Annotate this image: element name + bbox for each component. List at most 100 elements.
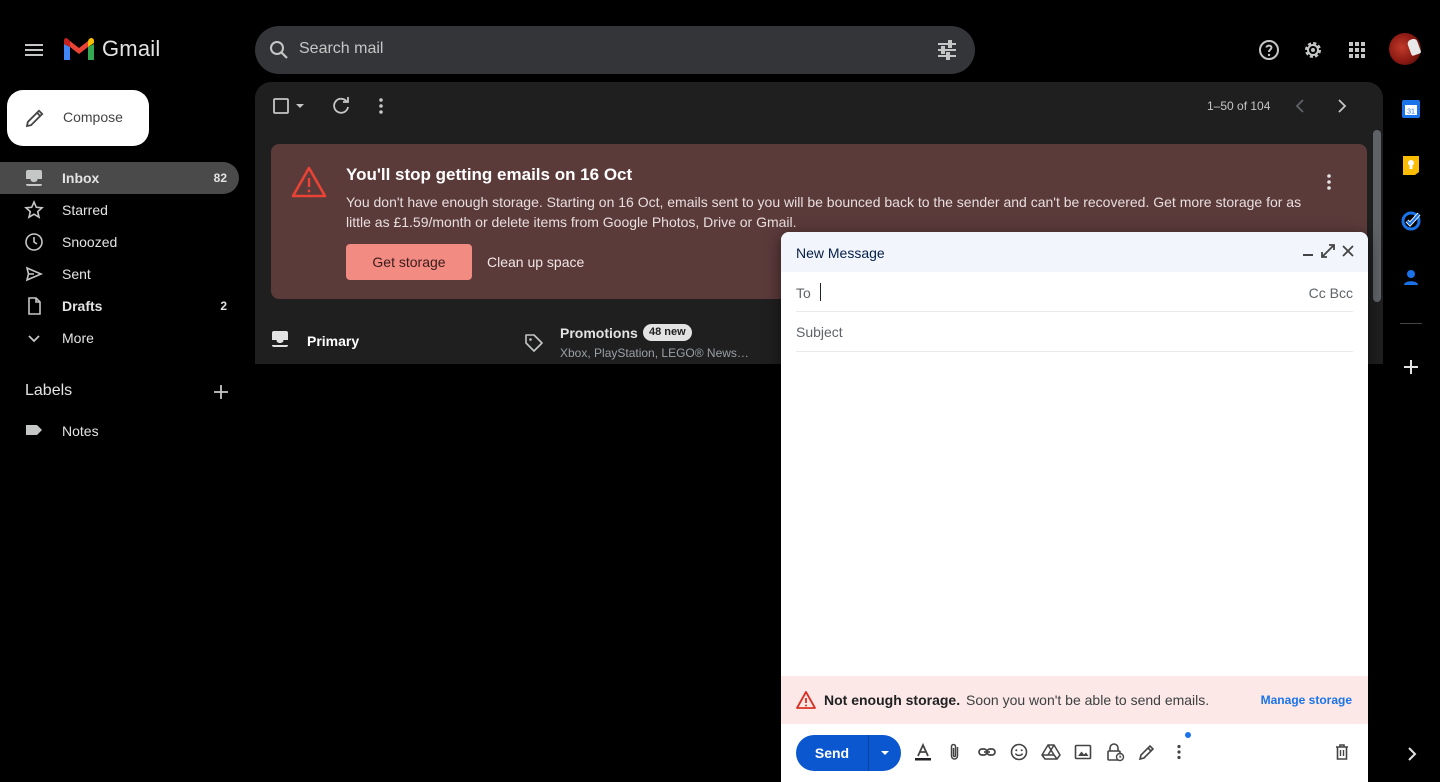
more-vert-icon <box>1177 744 1181 760</box>
label-item-notes[interactable]: Notes <box>0 414 239 446</box>
main-scrollbar[interactable] <box>1372 130 1382 782</box>
insert-signature-button[interactable] <box>1137 742 1157 762</box>
recipients-row: To Cc Bcc <box>796 272 1353 312</box>
gmail-m-icon <box>64 37 94 60</box>
chevron-right-icon[interactable] <box>1329 94 1353 118</box>
gmail-app: Gmail Search mail Compose Inbox 82 Starr… <box>0 0 1440 782</box>
manage-storage-link[interactable]: Manage storage <box>1261 693 1352 707</box>
to-label: To <box>796 285 811 301</box>
tab-subtitle: Xbox, PlayStation, LEGO® News,... <box>560 346 750 360</box>
lock-clock-icon <box>1107 743 1125 762</box>
warning-triangle-icon <box>796 691 816 709</box>
tasks-app-button[interactable] <box>1399 209 1423 233</box>
paperclip-icon <box>950 743 959 760</box>
chevron-down-icon <box>24 328 44 348</box>
cc-bcc-toggle[interactable]: Cc Bcc <box>1309 285 1353 301</box>
warning-text: Soon you won't be able to send emails. <box>966 692 1210 708</box>
minimize-icon[interactable] <box>1300 243 1316 259</box>
nav-item-starred[interactable]: Starred <box>0 194 239 226</box>
more-options-button[interactable] <box>1169 742 1189 762</box>
tasks-icon <box>1401 211 1421 231</box>
unread-count: 82 <box>213 171 227 185</box>
nav-item-drafts[interactable]: Drafts 2 <box>0 290 239 322</box>
to-field[interactable] <box>820 280 1290 304</box>
show-side-panel-button[interactable] <box>1399 742 1423 766</box>
help-icon <box>1259 40 1279 60</box>
contacts-app-button[interactable] <box>1399 265 1423 289</box>
insert-link-button[interactable] <box>977 742 997 762</box>
trash-icon <box>1336 744 1348 760</box>
inbox-icon <box>272 331 288 347</box>
nav-item-snoozed[interactable]: Snoozed <box>0 226 239 258</box>
keep-app-button[interactable] <box>1399 153 1423 177</box>
search-bar[interactable]: Search mail <box>255 26 975 74</box>
tab-primary[interactable]: Primary <box>255 312 509 364</box>
get-storage-button[interactable]: Get storage <box>346 244 472 280</box>
label-name: Notes <box>62 423 99 439</box>
drive-icon <box>1041 744 1061 760</box>
help-button[interactable] <box>1249 30 1289 70</box>
contacts-icon <box>1404 270 1418 285</box>
send-button[interactable]: Send <box>796 735 868 771</box>
calendar-app-button[interactable]: 31 <box>1399 97 1423 121</box>
search-options-icon[interactable] <box>935 38 959 62</box>
search-icon[interactable] <box>267 38 291 62</box>
send-button-group: Send <box>796 735 901 771</box>
settings-button[interactable] <box>1293 30 1333 70</box>
message-body[interactable] <box>796 352 1353 672</box>
nav-item-label: More <box>62 330 94 346</box>
send-icon <box>24 264 44 284</box>
select-all-checkbox[interactable] <box>271 94 309 118</box>
compose-header[interactable]: New Message <box>781 232 1368 272</box>
clock-icon <box>24 232 44 252</box>
discard-draft-button[interactable] <box>1332 742 1352 762</box>
insert-emoji-button[interactable] <box>1009 742 1029 762</box>
insert-photo-button[interactable] <box>1073 742 1093 762</box>
search-placeholder[interactable]: Search mail <box>299 40 383 58</box>
insert-drive-file-button[interactable] <box>1041 742 1061 762</box>
nav-item-more[interactable]: More <box>0 322 239 354</box>
gmail-logo[interactable]: Gmail <box>62 36 160 62</box>
warning-title: Not enough storage. <box>824 692 961 708</box>
draft-icon <box>24 296 44 316</box>
banner-title: You'll stop getting emails on 16 Oct <box>346 165 633 184</box>
more-send-options-button[interactable] <box>869 735 901 771</box>
clean-up-space-button[interactable]: Clean up space <box>487 254 584 270</box>
close-icon[interactable] <box>1340 243 1356 259</box>
subject-field[interactable] <box>796 321 1353 343</box>
link-icon <box>978 748 996 756</box>
calendar-icon: 31 <box>1402 100 1420 118</box>
attach-file-button[interactable] <box>945 742 965 762</box>
formatting-options-button[interactable] <box>913 742 933 762</box>
pencil-icon <box>25 109 44 128</box>
more-vert-icon[interactable] <box>369 94 393 118</box>
more-vert-icon[interactable] <box>1319 170 1339 194</box>
nav-item-label: Starred <box>62 202 108 218</box>
add-label-icon[interactable] <box>210 381 232 403</box>
banner-body: You don't have enough storage. Starting … <box>346 194 1302 230</box>
account-avatar[interactable] <box>1389 33 1421 65</box>
tab-label: Promotions <box>560 325 638 341</box>
confidential-mode-button[interactable] <box>1105 742 1125 762</box>
chevron-left-icon[interactable] <box>1289 94 1313 118</box>
sidebar: Compose Inbox 82 Starred Snoozed Sent Dr… <box>0 82 255 782</box>
app-name: Gmail <box>102 36 161 61</box>
get-addons-button[interactable] <box>1399 355 1423 379</box>
svg-text:31: 31 <box>1407 109 1415 116</box>
main-menu-button[interactable] <box>14 30 54 70</box>
text-format-icon <box>915 742 931 761</box>
nav-item-inbox[interactable]: Inbox 82 <box>0 162 239 194</box>
scroll-thumb[interactable] <box>1373 130 1381 302</box>
top-strip <box>0 0 1440 18</box>
compose-button[interactable]: Compose <box>7 90 149 146</box>
tab-promotions[interactable]: Promotions 48 new Xbox, PlayStation, LEG… <box>509 312 781 364</box>
emoji-icon <box>1010 743 1028 761</box>
subject-row <box>796 312 1353 352</box>
refresh-icon[interactable] <box>329 94 353 118</box>
rail-divider <box>1400 323 1422 324</box>
full-screen-icon[interactable] <box>1320 243 1336 259</box>
new-feature-dot <box>1185 732 1191 738</box>
nav-item-sent[interactable]: Sent <box>0 258 239 290</box>
google-apps-button[interactable] <box>1337 30 1377 70</box>
storage-warning-bar: Not enough storage. Soon you won't be ab… <box>781 676 1368 724</box>
